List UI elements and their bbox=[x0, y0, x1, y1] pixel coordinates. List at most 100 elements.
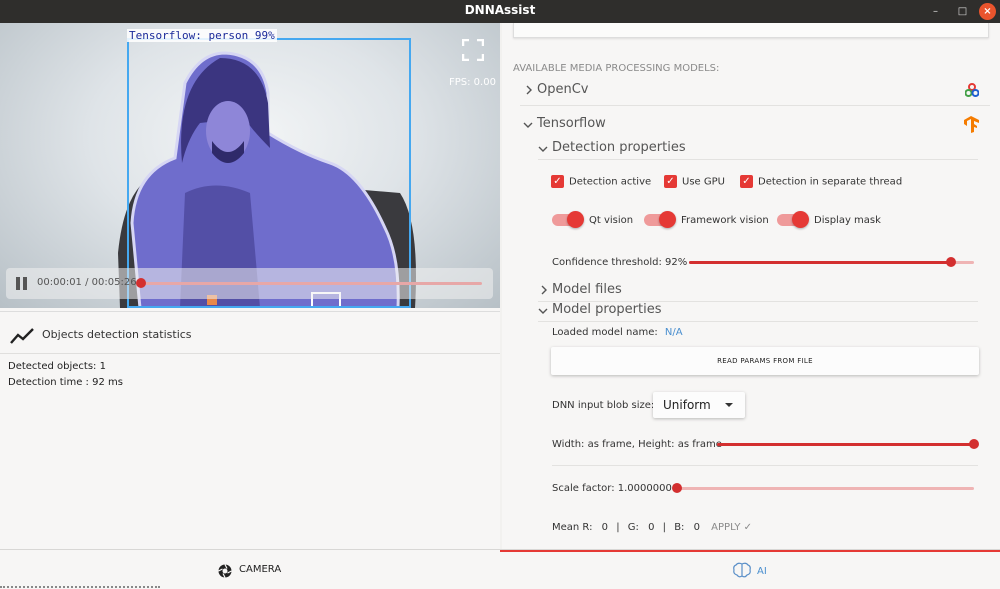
tab-camera-label: CAMERA bbox=[239, 564, 282, 575]
toggle-framework-vision[interactable]: Framework vision bbox=[644, 211, 769, 228]
model-label-opencv: OpenCv bbox=[537, 82, 589, 97]
tab-ai[interactable]: AI bbox=[500, 550, 1000, 589]
toggle-label: Framework vision bbox=[681, 215, 769, 226]
toggle-display-mask[interactable]: Display mask bbox=[777, 211, 881, 228]
bottom-tab-bar: CAMERA AI bbox=[0, 549, 1000, 589]
camera-aperture-icon bbox=[218, 564, 232, 578]
model-item-tensorflow[interactable]: Tensorflow bbox=[522, 116, 990, 134]
mean-r-label: Mean R: bbox=[552, 522, 593, 533]
trend-chart-icon bbox=[10, 328, 34, 344]
slider-fill bbox=[717, 443, 974, 446]
apply-button[interactable]: APPLY ✓ bbox=[711, 522, 752, 533]
slider-knob[interactable] bbox=[672, 483, 682, 493]
minimize-button[interactable]: – bbox=[927, 3, 944, 20]
detection-properties-header[interactable]: Detection properties bbox=[537, 140, 977, 158]
caret-down-icon bbox=[725, 403, 733, 407]
chevron-down-icon bbox=[538, 146, 548, 152]
divider bbox=[0, 353, 500, 354]
toggle-label: Qt vision bbox=[589, 215, 634, 226]
tab-ai-label: AI bbox=[757, 566, 767, 577]
statistics-panel: Objects detection statistics Detected ob… bbox=[0, 311, 500, 549]
playback-track[interactable] bbox=[137, 282, 482, 285]
loaded-model-row: Loaded model name: N/A bbox=[552, 327, 683, 338]
checkbox-use-gpu[interactable]: ✓ Use GPU bbox=[664, 175, 725, 188]
section-title: AVAILABLE MEDIA PROCESSING MODELS: bbox=[513, 63, 720, 74]
slider-fill bbox=[689, 261, 952, 264]
window-title: DNNAssist bbox=[464, 3, 536, 17]
checkbox-label: Use GPU bbox=[682, 176, 725, 188]
mean-b-value[interactable]: 0 bbox=[694, 522, 700, 533]
blob-size-label: DNN input blob size: bbox=[552, 400, 655, 411]
checkbox-check-icon: ✓ bbox=[740, 175, 753, 188]
confidence-label: Confidence threshold: 92% bbox=[552, 257, 688, 268]
tensorflow-logo-icon bbox=[964, 116, 979, 133]
slider-knob[interactable] bbox=[946, 257, 957, 267]
playback-time: 00:00:01 / 00:05:26 bbox=[37, 277, 137, 288]
scale-factor-slider[interactable] bbox=[672, 483, 974, 493]
mean-r-value[interactable]: 0 bbox=[602, 522, 608, 533]
width-height-slider[interactable] bbox=[717, 439, 979, 449]
model-item-opencv[interactable]: OpenCv bbox=[522, 82, 990, 100]
video-view[interactable]: Tensorflow: person 99% FPS: 0.00 00:00:0… bbox=[0, 23, 500, 308]
right-pane: AVAILABLE MEDIA PROCESSING MODELS: OpenC… bbox=[502, 23, 1000, 549]
statistics-title: Objects detection statistics bbox=[42, 328, 192, 341]
toggle-qt-vision[interactable]: Qt vision bbox=[552, 211, 634, 228]
detection-time: Detection time : 92 ms bbox=[8, 377, 123, 388]
blob-size-value: Uniform bbox=[663, 398, 711, 412]
toggle-switch[interactable] bbox=[777, 211, 809, 228]
confidence-slider[interactable] bbox=[689, 257, 974, 267]
width-height-label: Width: as frame, Height: as frame bbox=[552, 439, 722, 450]
divider bbox=[520, 105, 990, 106]
mean-g-value[interactable]: 0 bbox=[648, 522, 654, 533]
scale-factor-label: Scale factor: 1.00000000 bbox=[552, 483, 679, 494]
model-label-tensorflow: Tensorflow bbox=[537, 116, 606, 131]
left-pane: Tensorflow: person 99% FPS: 0.00 00:00:0… bbox=[0, 23, 500, 549]
divider bbox=[538, 321, 978, 322]
toggle-switch[interactable] bbox=[644, 211, 676, 228]
fps-readout: FPS: 0.00 bbox=[449, 77, 496, 88]
read-params-button[interactable]: READ PARAMS FROM FILE bbox=[551, 347, 979, 375]
checkbox-label: Detection active bbox=[569, 176, 652, 188]
mean-values-row: Mean R: 0 | G: 0 | B: 0 APPLY ✓ bbox=[552, 522, 753, 533]
chevron-down-icon bbox=[538, 308, 548, 314]
toggle-label: Display mask bbox=[814, 215, 881, 226]
chevron-down-icon bbox=[523, 122, 533, 128]
player-controls: 00:00:01 / 00:05:26 bbox=[6, 268, 493, 299]
mean-g-label: G: bbox=[627, 522, 639, 533]
top-card bbox=[513, 23, 989, 38]
scroll-indicator bbox=[0, 586, 160, 588]
playback-knob[interactable] bbox=[136, 278, 146, 288]
detection-properties-label: Detection properties bbox=[552, 140, 686, 155]
divider bbox=[538, 159, 978, 160]
pause-icon[interactable] bbox=[16, 277, 28, 290]
fullscreen-icon[interactable] bbox=[462, 39, 484, 61]
slider-knob[interactable] bbox=[969, 439, 979, 449]
maximize-button[interactable]: □ bbox=[954, 3, 971, 20]
checkbox-detection-active[interactable]: ✓ Detection active bbox=[551, 175, 651, 188]
detection-label: Tensorflow: person 99% bbox=[127, 29, 277, 42]
tab-camera[interactable]: CAMERA bbox=[0, 550, 500, 589]
loaded-model-value: N/A bbox=[664, 327, 683, 338]
opencv-logo-icon bbox=[965, 83, 979, 97]
apply-label: APPLY bbox=[711, 522, 741, 533]
model-properties-label: Model properties bbox=[552, 302, 662, 317]
mean-b-label: B: bbox=[674, 522, 685, 533]
divider bbox=[552, 465, 978, 466]
checkbox-check-icon: ✓ bbox=[664, 175, 677, 188]
close-button[interactable]: × bbox=[979, 3, 996, 20]
model-properties-header[interactable]: Model properties bbox=[537, 302, 977, 320]
toggle-switch[interactable] bbox=[552, 211, 584, 228]
check-icon: ✓ bbox=[743, 522, 753, 533]
chevron-right-icon bbox=[541, 285, 547, 295]
model-files-header[interactable]: Model files bbox=[537, 282, 977, 300]
blob-size-dropdown[interactable]: Uniform bbox=[653, 392, 745, 418]
loaded-model-label: Loaded model name: bbox=[552, 327, 658, 338]
brain-icon bbox=[733, 562, 751, 578]
chevron-right-icon bbox=[526, 85, 532, 95]
checkbox-check-icon: ✓ bbox=[551, 175, 564, 188]
checkbox-label: Detection in separate thread bbox=[758, 176, 903, 188]
title-bar: DNNAssist – □ × bbox=[0, 0, 1000, 23]
detected-objects: Detected objects: 1 bbox=[8, 361, 106, 372]
checkbox-separate-thread[interactable]: ✓ Detection in separate thread bbox=[740, 175, 902, 188]
model-files-label: Model files bbox=[552, 282, 622, 297]
